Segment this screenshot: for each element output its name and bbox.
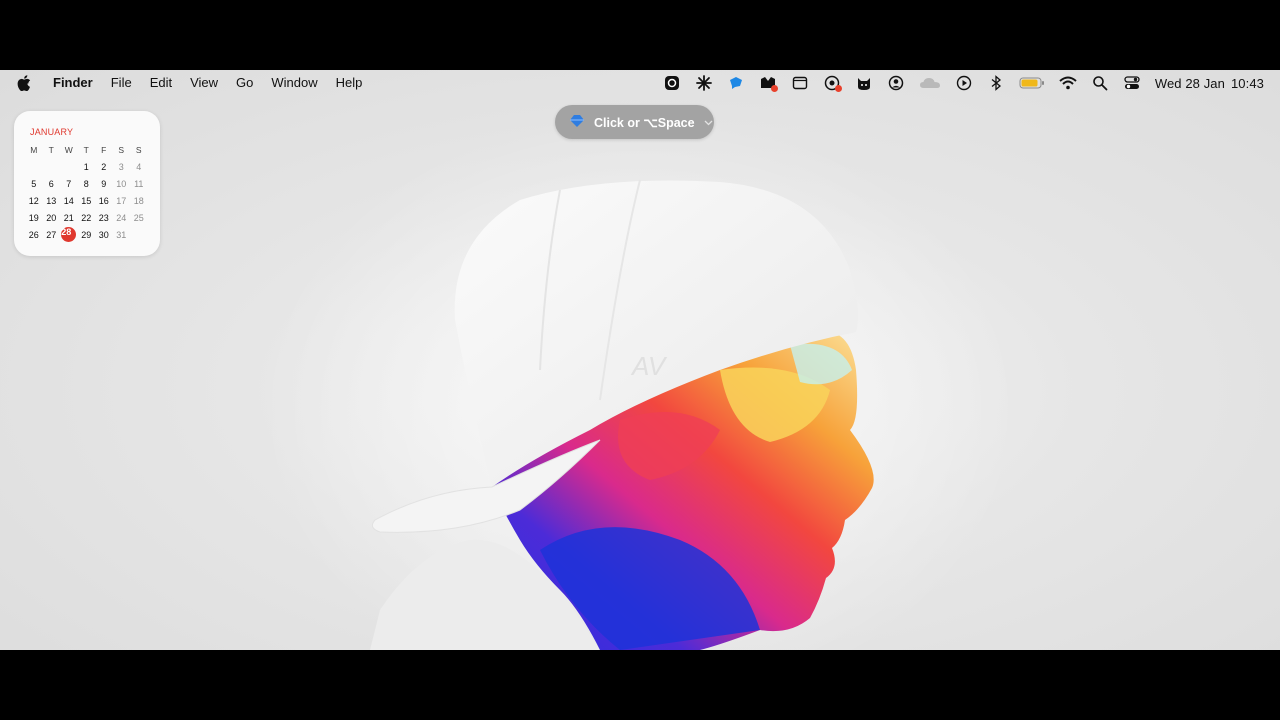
calendar-day-cell: 12 [28, 195, 39, 206]
menu-help[interactable]: Help [327, 70, 372, 96]
calendar-day-cell: 6 [48, 178, 54, 189]
calendar-day-cell: 3 [118, 161, 124, 172]
calendar-day-cell: 11 [134, 178, 144, 189]
window-icon[interactable] [791, 74, 809, 92]
calendar-day-cell [25, 158, 43, 175]
calendar-day-cell: 13 [46, 195, 57, 206]
control-center-icon[interactable] [1123, 74, 1141, 92]
calendar-day-cell: 14 [63, 195, 74, 206]
calendar-weekday: M [30, 144, 38, 155]
calendar-weekday: S [118, 144, 125, 155]
calendar-day-cell: 28 [60, 226, 78, 243]
menu-view[interactable]: View [181, 70, 227, 96]
menu-edit[interactable]: Edit [141, 70, 181, 96]
calendar-day-cell: 19 [28, 212, 39, 223]
clock-date: Wed 28 Jan [1154, 75, 1225, 91]
calendar-day-cell [130, 226, 148, 243]
sparkle-icon[interactable] [695, 74, 713, 92]
cloud-icon[interactable] [919, 74, 941, 92]
menu-go[interactable]: Go [227, 70, 262, 96]
calendar-widget[interactable]: JANUARY M T W T F S S 1 2 3 4 5 6 7 8 9 10 11 12 13 14 15 16 17… [14, 111, 160, 256]
calendar-day-cell [60, 158, 78, 175]
wallpaper-image: AV [260, 110, 1020, 650]
calendar-day-cell: 9 [101, 178, 107, 189]
diamond-icon [569, 114, 585, 131]
status-area: Wed 28 Jan 10:43 [663, 70, 1264, 96]
menu-bar: Finder File Edit View Go Window Help Wed… [0, 70, 1280, 96]
calendar-day-cell: 5 [31, 178, 37, 189]
bluetooth-icon[interactable] [987, 74, 1005, 92]
calendar-day-cell: 2 [101, 161, 107, 172]
calendar-day-cell [43, 158, 61, 175]
calendar-day-cell: 22 [81, 212, 92, 223]
calendar-today: 28 [61, 227, 77, 242]
chat-bubble-icon[interactable] [727, 74, 745, 92]
calendar-day-cell: 25 [133, 212, 144, 223]
vpn-icon[interactable] [823, 74, 842, 92]
calendar-day-cell: 16 [98, 195, 109, 206]
menu-file[interactable]: File [102, 70, 141, 96]
calendar-day-cell: 15 [81, 195, 92, 206]
calendar-day-cell: 20 [46, 212, 57, 223]
calendar-month: JANUARY [30, 127, 74, 137]
calendar-day-cell: 8 [83, 178, 89, 189]
calendar-day-cell: 24 [116, 212, 127, 223]
desktop: AV Finder File Edit View Go Window Help [0, 70, 1280, 650]
cat-icon[interactable] [855, 74, 873, 92]
calendar-day-cell: 31 [116, 229, 127, 240]
calendar-weekday: T [83, 144, 89, 155]
calendar-weekday: T [48, 144, 54, 155]
pill-label: Click or ⌥Space [594, 115, 695, 130]
calendar-weekday: W [64, 144, 73, 155]
calendar-weekday: S [135, 144, 142, 155]
calendar-day-cell: 4 [136, 161, 142, 172]
calendar-day-cell: 23 [98, 212, 109, 223]
user-circle-icon[interactable] [887, 74, 905, 92]
calendar-day-cell: 1 [83, 161, 89, 172]
calendar-day-cell: 27 [46, 229, 57, 240]
calendar-day-cell: 18 [133, 195, 144, 206]
calendar-day-cell: 21 [63, 212, 74, 223]
calendar-day-cell: 10 [116, 178, 127, 189]
calendar-day-cell: 7 [66, 178, 72, 189]
wifi-icon[interactable] [1059, 74, 1077, 92]
mail-icon[interactable] [759, 74, 778, 92]
apple-logo-icon[interactable] [6, 75, 42, 91]
play-icon[interactable] [955, 74, 973, 92]
calendar-grid: M T W T F S S 1 2 3 4 5 6 7 8 9 10 11 12 13 14 15 16 17 18 19 20 21… [25, 141, 148, 243]
menu-finder[interactable]: Finder [44, 70, 102, 96]
search-icon[interactable] [1091, 74, 1109, 92]
calendar-day-cell: 17 [116, 195, 127, 206]
calendar-day-cell: 29 [81, 229, 92, 240]
clock-time: 10:43 [1230, 75, 1264, 91]
chevron-down-icon[interactable] [704, 115, 713, 129]
app-icon[interactable] [663, 74, 681, 92]
svg-text:AV: AV [630, 351, 668, 381]
menu-window[interactable]: Window [262, 70, 326, 96]
calendar-day-cell: 30 [98, 229, 109, 240]
calendar-day-cell: 26 [28, 229, 39, 240]
quick-launch-pill[interactable]: Click or ⌥Space [555, 105, 714, 139]
menu-clock[interactable]: Wed 28 Jan 10:43 [1155, 76, 1264, 91]
calendar-weekday: F [101, 144, 107, 155]
battery-icon[interactable] [1019, 74, 1045, 92]
